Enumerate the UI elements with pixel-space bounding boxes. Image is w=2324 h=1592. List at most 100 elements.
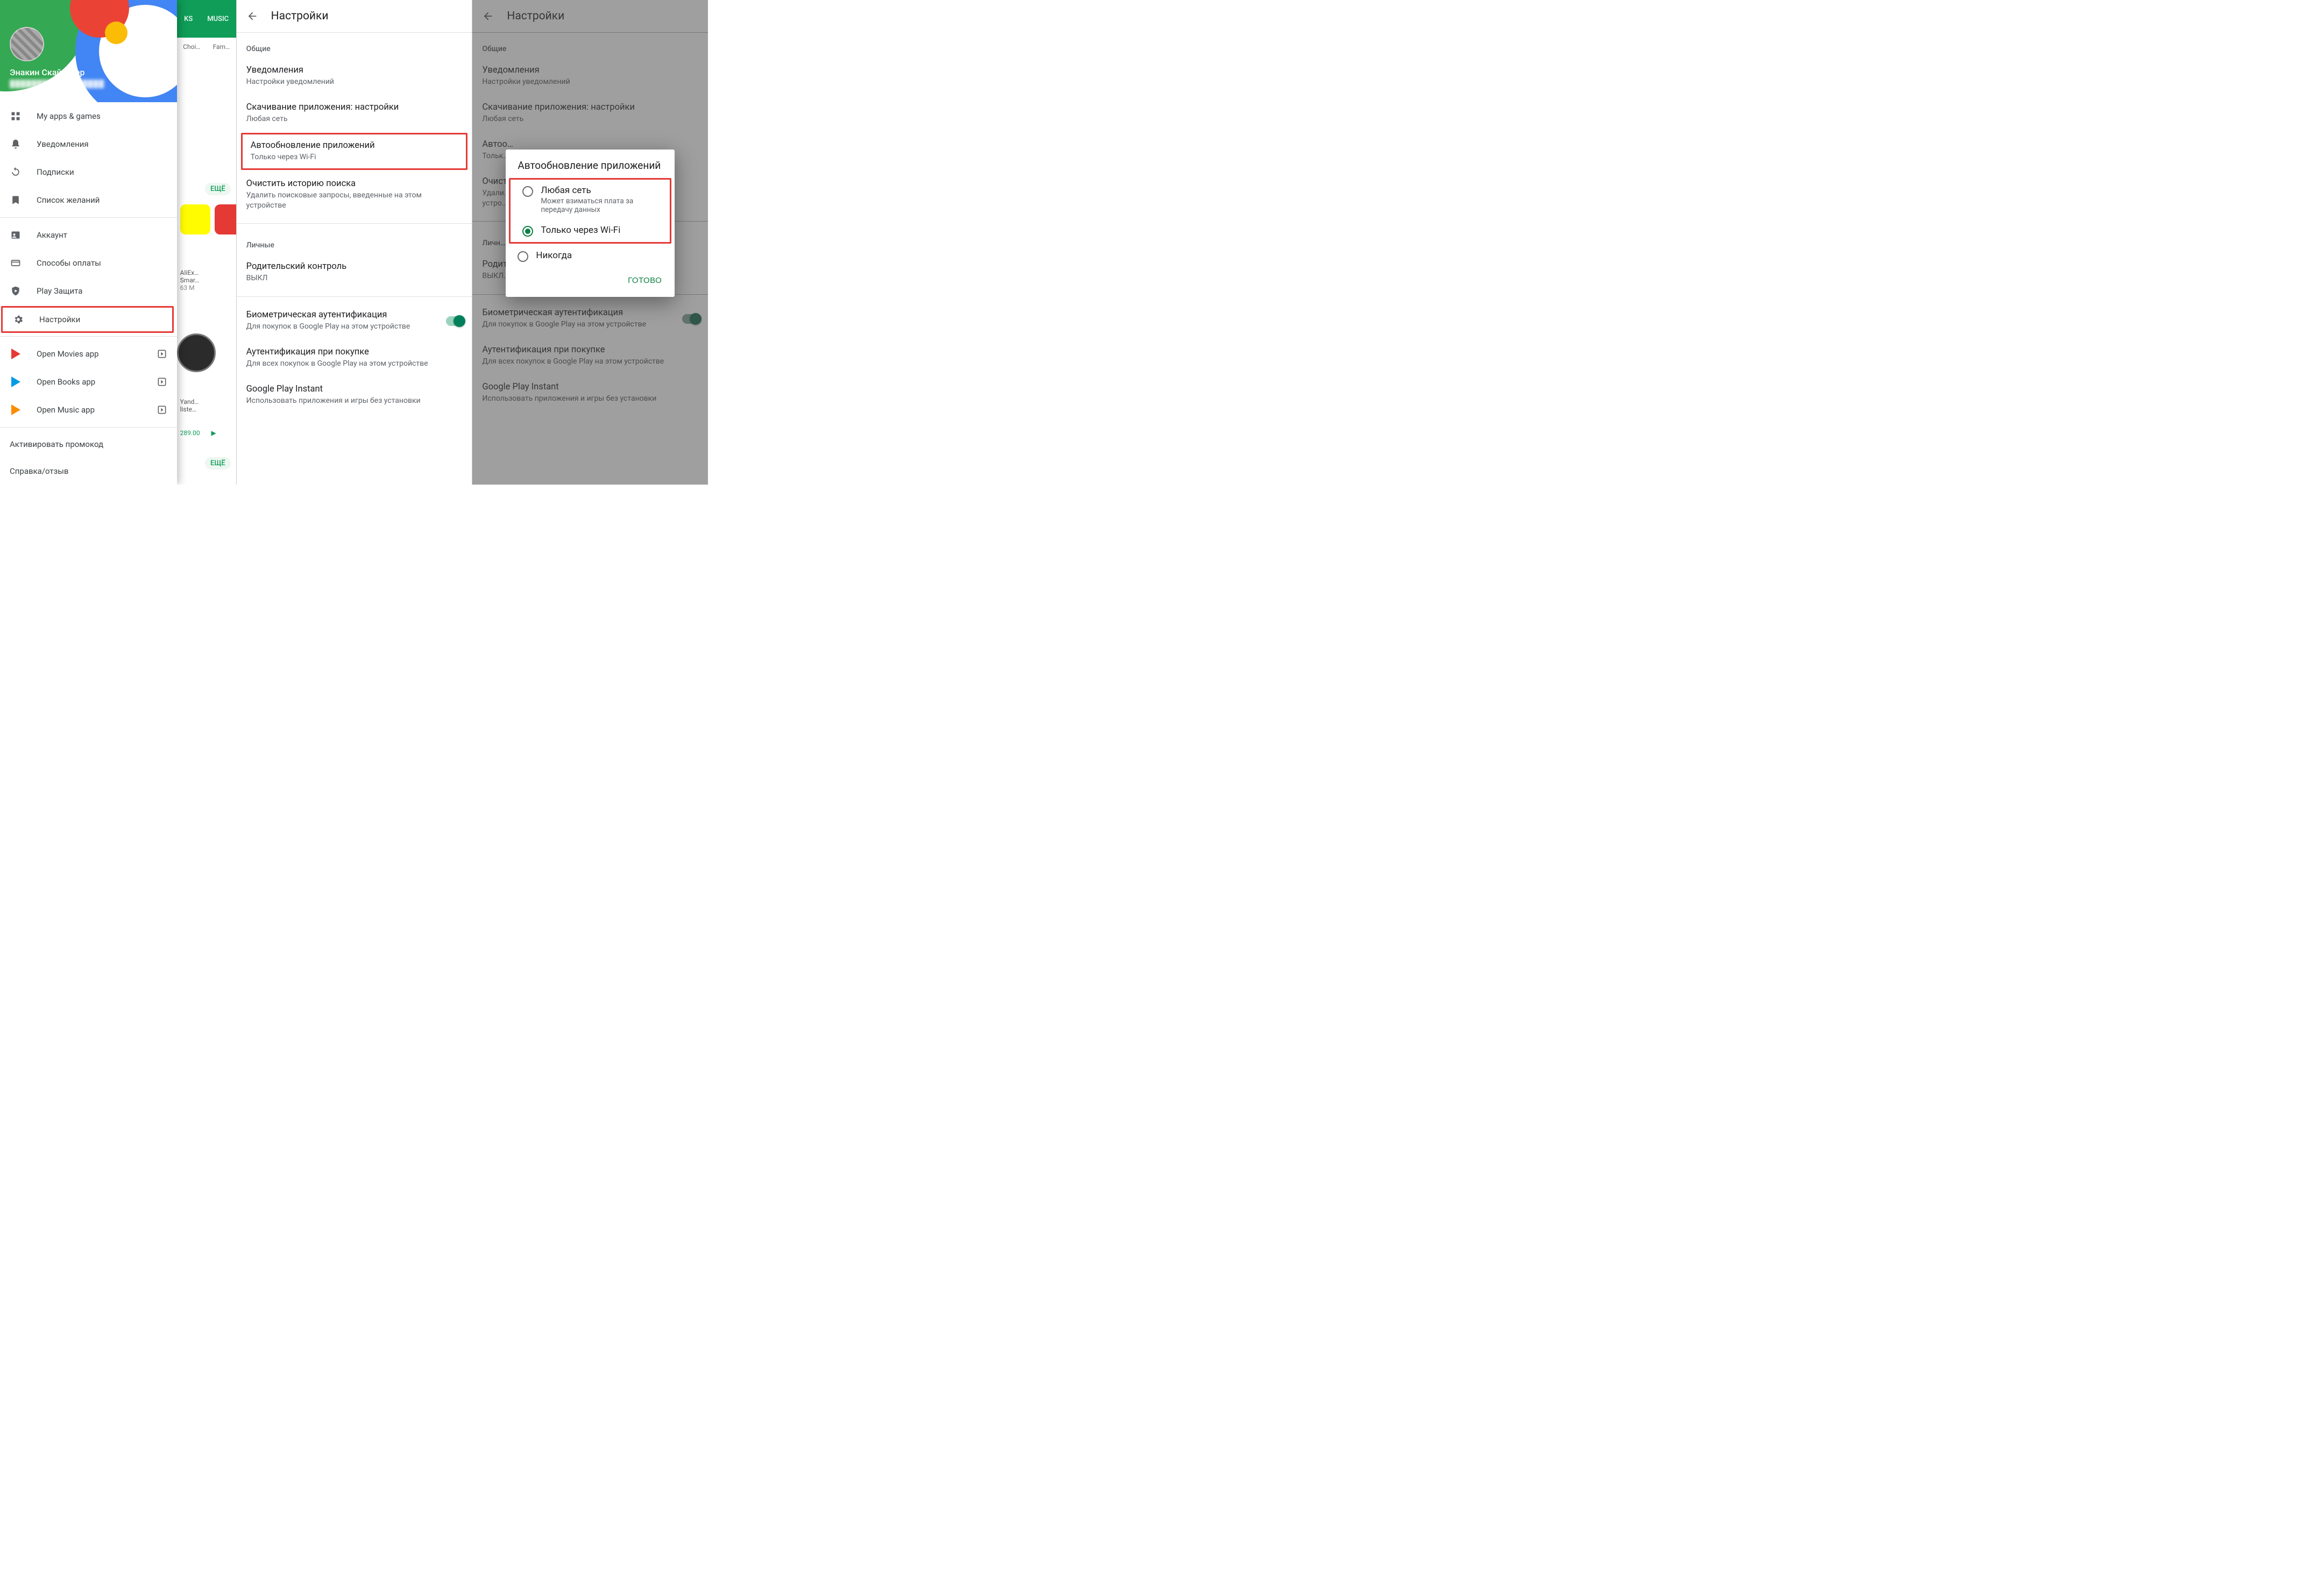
refresh-icon (10, 167, 22, 177)
drawer-wishlist[interactable]: Список желаний (0, 186, 177, 214)
drawer-item-label: Open Music app (37, 405, 95, 415)
drawer-item-label: Аккаунт (37, 230, 67, 240)
setting-subtitle: Для покупок в Google Play на этом устрой… (246, 322, 463, 332)
option-label: Любая сеть (541, 185, 658, 196)
drawer-item-label: Список желаний (37, 195, 100, 205)
drawer-open-books[interactable]: Open Books app (0, 368, 177, 396)
account-icon (10, 230, 22, 240)
drawer-promo[interactable]: Активировать промокод (0, 431, 177, 458)
option-never[interactable]: Никогда (506, 245, 675, 267)
drawer-item-label: Способы оплаты (37, 258, 101, 268)
gear-icon (12, 314, 24, 325)
radio-icon (522, 226, 533, 237)
app-label-aliex-sub: Smar… (180, 276, 200, 284)
radio-icon (518, 251, 528, 262)
store-tabs: KS MUSIC (177, 0, 236, 38)
drawer-item-label: Play Защита (37, 286, 82, 296)
option-label: Только через Wi-Fi (541, 225, 620, 236)
more-button-2[interactable]: ЕЩЁ (205, 457, 231, 470)
drawer-item-label: Настройки (39, 315, 80, 324)
shield-icon (10, 286, 22, 296)
autoupdate-dialog: Автообновление приложений Любая сеть Мож… (506, 150, 675, 297)
more-button-1[interactable]: ЕЩЁ (205, 183, 231, 195)
drawer-item-label: My apps & games (37, 111, 101, 121)
movies-icon (10, 349, 22, 359)
setting-instant[interactable]: Google Play Instant Использовать приложе… (237, 376, 472, 414)
setting-subtitle: ВЫКЛ (246, 273, 463, 283)
back-icon[interactable] (246, 10, 258, 22)
drawer-open-music[interactable]: Open Music app (0, 396, 177, 424)
app-card-red[interactable] (215, 204, 236, 237)
avatar[interactable] (10, 27, 44, 61)
apps-icon (10, 111, 22, 122)
setting-auth[interactable]: Аутентификация при покупке Для всех поку… (237, 339, 472, 376)
app-label-aliex: AliEx… (180, 269, 200, 276)
credit-card-icon (10, 258, 22, 268)
app-label-aliex-meta: 63 M (180, 284, 200, 292)
drawer-item-label: Open Movies app (37, 349, 99, 359)
drawer-my-apps[interactable]: My apps & games (0, 102, 177, 130)
divider (0, 217, 177, 218)
store-chip-family[interactable]: Fam… (213, 43, 230, 51)
user-name: Энакин Скайуокер (10, 67, 85, 77)
option-any-network[interactable]: Любая сеть Может взиматься плата за пере… (511, 180, 670, 219)
panel-settings-dialog: Настройки Общие Уведомления Настройки ув… (472, 0, 708, 485)
user-email: ████████@████████ (10, 80, 104, 88)
radio-icon (522, 186, 533, 197)
option-label: Никогда (536, 250, 572, 261)
divider (0, 336, 177, 337)
drawer-open-movies[interactable]: Open Movies app (0, 340, 177, 368)
drawer-item-label: Уведомления (37, 139, 89, 149)
drawer-play-protect[interactable]: Play Защита (0, 277, 177, 305)
drawer-item-label: Подписки (37, 167, 74, 177)
setting-clear-search[interactable]: Очистить историю поиска Удалить поисковы… (237, 171, 472, 218)
setting-biometric[interactable]: Биометрическая аутентификация Для покупо… (237, 302, 472, 339)
drawer-account[interactable]: Аккаунт (0, 221, 177, 249)
setting-autoupdate[interactable]: Автообновление приложений Только через W… (241, 133, 468, 170)
drawer-item-label: Open Books app (37, 377, 95, 387)
drawer-help[interactable]: Справка/отзыв (0, 458, 177, 485)
settings-title: Настройки (271, 10, 329, 23)
setting-title: Биометрическая аутентификация (246, 310, 463, 320)
open-external-icon (157, 404, 167, 415)
setting-title: Очистить историю поиска (246, 179, 463, 189)
option-wifi-only[interactable]: Только через Wi-Fi (511, 219, 670, 242)
panel-settings: Настройки Общие Уведомления Настройки ув… (236, 0, 472, 485)
app-price: 289.00 (180, 429, 200, 437)
setting-subtitle: Удалить поисковые запросы, введенные на … (246, 190, 463, 211)
store-tab-ks[interactable]: KS (184, 15, 193, 23)
app-label-yand: Yand… (180, 398, 199, 406)
option-sublabel: Может взиматься плата за передачу данных (541, 197, 658, 214)
store-tab-music[interactable]: MUSIC (207, 15, 229, 23)
store-chip-choices[interactable]: Choi… (183, 43, 200, 51)
setting-download[interactable]: Скачивание приложения: настройки Любая с… (237, 95, 472, 132)
open-external-icon (157, 376, 167, 387)
drawer-header: Энакин Скайуокер ████████@████████ (0, 0, 177, 102)
setting-subtitle: Только через Wi-Fi (251, 152, 458, 162)
setting-subtitle: Настройки уведомлений (246, 77, 463, 87)
divider (0, 427, 177, 428)
play-store-background: KS MUSIC Choi… Fam… ЕЩЁ AliEx… Smar… 63 … (177, 0, 236, 485)
open-external-icon (157, 349, 167, 359)
setting-title: Уведомления (246, 65, 463, 75)
setting-parental[interactable]: Родительский контроль ВЫКЛ (237, 254, 472, 291)
setting-subtitle: Для всех покупок в Google Play на этом у… (246, 359, 463, 369)
setting-notifications[interactable]: Уведомления Настройки уведомлений (237, 58, 472, 95)
drawer-notifications[interactable]: Уведомления (0, 130, 177, 158)
setting-title: Родительский контроль (246, 261, 463, 272)
drawer-payment[interactable]: Способы оплаты (0, 249, 177, 277)
drawer-settings[interactable]: Настройки (1, 306, 174, 333)
dialog-options-highlight: Любая сеть Может взиматься плата за пере… (509, 178, 671, 244)
section-general: Общие (237, 33, 472, 58)
books-icon (10, 376, 22, 387)
biometric-switch[interactable] (446, 316, 464, 326)
music-icon (10, 404, 22, 415)
drawer-subscriptions[interactable]: Подписки (0, 158, 177, 186)
panel-drawer: KS MUSIC Choi… Fam… ЕЩЁ AliEx… Smar… 63 … (0, 0, 236, 485)
setting-title: Скачивание приложения: настройки (246, 102, 463, 112)
app-card-snapchat[interactable] (180, 204, 210, 237)
setting-title: Google Play Instant (246, 384, 463, 394)
bookmark-icon (10, 195, 22, 205)
dialog-done-button[interactable]: ГОТОВО (622, 272, 667, 289)
settings-topbar: Настройки (237, 0, 472, 32)
